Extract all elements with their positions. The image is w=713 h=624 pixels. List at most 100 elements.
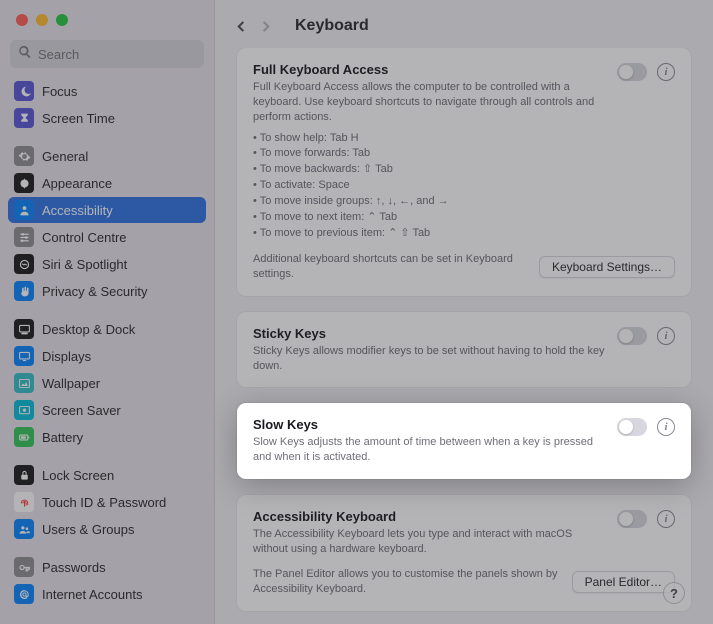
main-pane: Keyboard Full Keyboard Access Full Keybo… [215, 0, 713, 624]
slow-toggle[interactable] [617, 418, 647, 436]
sidebar-item-label: Displays [42, 349, 91, 364]
keyboard-settings-button[interactable]: Keyboard Settings… [539, 256, 675, 278]
fka-shortcut-line: • To move to next item: ⌃ Tab [253, 210, 605, 226]
sidebar: Focus Screen Time General Appearance Accessi… [0, 0, 215, 624]
sidebar-item-internet-accounts[interactable]: Internet Accounts [8, 581, 206, 607]
search-field[interactable] [10, 40, 204, 68]
fka-shortcut-line: • To move backwards: ⇧ Tab [253, 162, 605, 178]
users-icon [14, 519, 34, 539]
fka-toggle[interactable] [617, 63, 647, 81]
sidebar-item-label: Siri & Spotlight [42, 257, 127, 272]
window-traffic-lights [0, 0, 214, 34]
fka-shortcut-list: • To show help: Tab H• To move forwards:… [253, 131, 605, 243]
forward-button[interactable] [253, 14, 277, 38]
akbd-toggle[interactable] [617, 510, 647, 528]
siri-icon [14, 254, 34, 274]
sidebar-item-label: Control Centre [42, 230, 127, 245]
sidebar-item-label: Focus [42, 84, 77, 99]
fka-shortcut-line: • To show help: Tab H [253, 131, 605, 147]
sidebar-item-appearance[interactable]: Appearance [8, 170, 206, 196]
sidebar-item-label: Privacy & Security [42, 284, 147, 299]
fka-shortcut-line: • To move inside groups: ↑, ↓, ←, and → [253, 194, 605, 210]
sidebar-item-label: Users & Groups [42, 522, 134, 537]
sidebar-item-displays[interactable]: Displays [8, 343, 206, 369]
akbd-note: The Panel Editor allows you to customise… [253, 567, 558, 597]
close-window-button[interactable] [16, 14, 28, 26]
key-icon [14, 557, 34, 577]
sidebar-item-label: Passwords [42, 560, 106, 575]
accessibility-keyboard-card: Accessibility Keyboard The Accessibility… [237, 495, 691, 610]
sliders-icon [14, 227, 34, 247]
sidebar-item-lock-screen[interactable]: Lock Screen [8, 462, 206, 488]
fka-note: Additional keyboard shortcuts can be set… [253, 252, 525, 282]
sidebar-item-control-centre[interactable]: Control Centre [8, 224, 206, 250]
sidebar-item-accessibility[interactable]: Accessibility [8, 197, 206, 223]
sidebar-item-general[interactable]: General [8, 143, 206, 169]
gear-icon [14, 146, 34, 166]
sidebar-item-label: Accessibility [42, 203, 113, 218]
fka-info-button[interactable]: i [657, 63, 675, 81]
dock-icon [14, 319, 34, 339]
sidebar-item-label: Appearance [42, 176, 112, 191]
sticky-desc: Sticky Keys allows modifier keys to be s… [253, 344, 605, 374]
sidebar-item-label: Touch ID & Password [42, 495, 166, 510]
sidebar-item-focus[interactable]: Focus [8, 78, 206, 104]
sidebar-item-label: Screen Time [42, 111, 115, 126]
sidebar-item-passwords[interactable]: Passwords [8, 554, 206, 580]
search-input[interactable] [38, 47, 214, 62]
sticky-title: Sticky Keys [253, 326, 605, 341]
sidebar-item-label: Screen Saver [42, 403, 121, 418]
header: Keyboard [215, 0, 713, 48]
akbd-title: Accessibility Keyboard [253, 509, 605, 524]
lock-icon [14, 465, 34, 485]
sidebar-item-screen-time[interactable]: Screen Time [8, 105, 206, 131]
sticky-info-button[interactable]: i [657, 327, 675, 345]
sidebar-item-touch-id-password[interactable]: Touch ID & Password [8, 489, 206, 515]
fka-desc: Full Keyboard Access allows the computer… [253, 80, 605, 125]
sidebar-item-battery[interactable]: Battery [8, 424, 206, 450]
sidebar-item-label: Internet Accounts [42, 587, 142, 602]
zoom-window-button[interactable] [56, 14, 68, 26]
content-scroll[interactable]: Full Keyboard Access Full Keyboard Acces… [215, 48, 713, 624]
page-title: Keyboard [295, 17, 369, 35]
sidebar-item-wallpaper[interactable]: Wallpaper [8, 370, 206, 396]
sidebar-item-label: Desktop & Dock [42, 322, 135, 337]
akbd-desc: The Accessibility Keyboard lets you type… [253, 527, 605, 557]
hourglass-icon [14, 108, 34, 128]
sidebar-item-privacy-security[interactable]: Privacy & Security [8, 278, 206, 304]
sidebar-item-label: Lock Screen [42, 468, 114, 483]
minimize-window-button[interactable] [36, 14, 48, 26]
sidebar-item-label: General [42, 149, 88, 164]
sidebar-item-users-groups[interactable]: Users & Groups [8, 516, 206, 542]
sidebar-item-desktop-dock[interactable]: Desktop & Dock [8, 316, 206, 342]
person-icon [14, 200, 34, 220]
sticky-keys-card: Sticky Keys Sticky Keys allows modifier … [237, 312, 691, 388]
search-icon [18, 45, 38, 64]
slow-desc: Slow Keys adjusts the amount of time bet… [253, 435, 605, 465]
slow-info-button[interactable]: i [657, 418, 675, 436]
screensaver-icon [14, 400, 34, 420]
fka-title: Full Keyboard Access [253, 62, 605, 77]
full-keyboard-access-card: Full Keyboard Access Full Keyboard Acces… [237, 48, 691, 296]
fka-shortcut-line: • To move to previous item: ⌃ ⇧ Tab [253, 226, 605, 242]
back-button[interactable] [229, 14, 253, 38]
slow-title: Slow Keys [253, 417, 605, 432]
fingerprint-icon [14, 492, 34, 512]
hand-icon [14, 281, 34, 301]
akbd-info-button[interactable]: i [657, 510, 675, 528]
sidebar-item-siri-spotlight[interactable]: Siri & Spotlight [8, 251, 206, 277]
sidebar-item-screen-saver[interactable]: Screen Saver [8, 397, 206, 423]
help-button[interactable]: ? [663, 582, 685, 604]
battery-icon [14, 427, 34, 447]
wallpaper-icon [14, 373, 34, 393]
fka-shortcut-line: • To activate: Space [253, 178, 605, 194]
at-icon [14, 584, 34, 604]
slow-keys-card: Slow Keys Slow Keys adjusts the amount o… [237, 403, 691, 479]
panel-editor-button[interactable]: Panel Editor… [572, 571, 675, 593]
appearance-icon [14, 173, 34, 193]
sticky-toggle[interactable] [617, 327, 647, 345]
moon-icon [14, 81, 34, 101]
sidebar-item-label: Battery [42, 430, 83, 445]
fka-shortcut-line: • To move forwards: Tab [253, 146, 605, 162]
display-icon [14, 346, 34, 366]
